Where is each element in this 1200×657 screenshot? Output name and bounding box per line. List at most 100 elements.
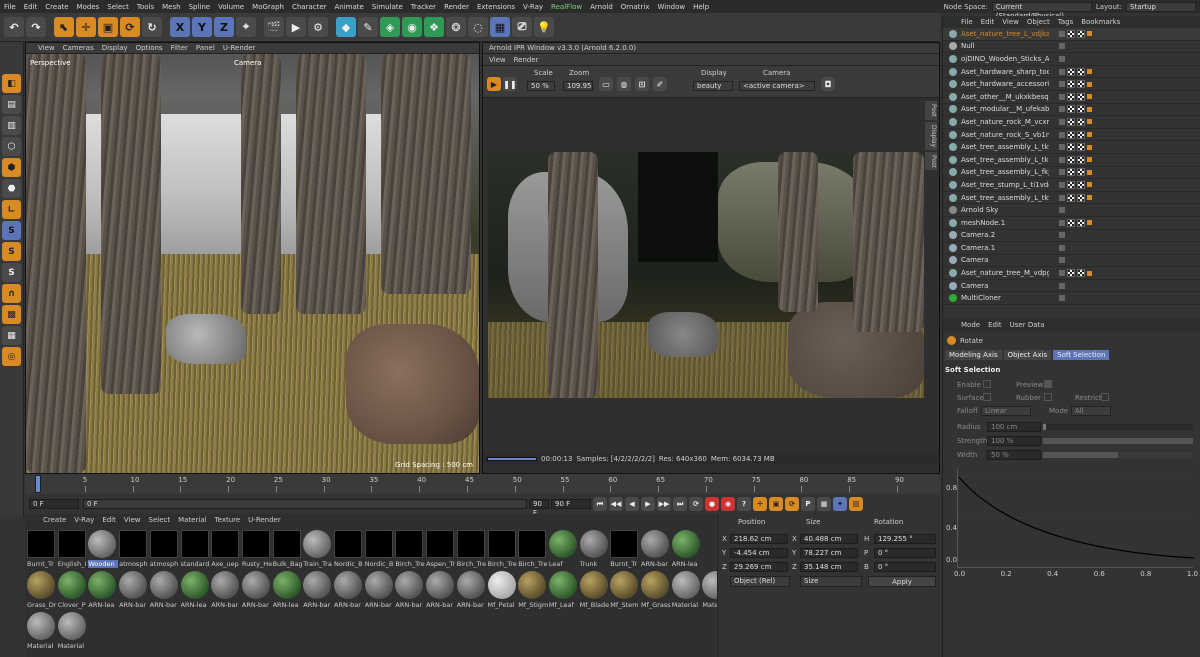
object-row[interactable]: Aset_nature_rock_M_vcxmcj	[943, 116, 1200, 129]
object-name[interactable]: Aset_tree_assembly_L_tk3tbl	[957, 156, 1049, 164]
material-swatch[interactable]	[149, 530, 178, 558]
menu-modes[interactable]: Modes	[73, 3, 104, 11]
object-row[interactable]: Camera.1	[943, 242, 1200, 255]
snapshot-icon[interactable]: ◘	[821, 77, 835, 91]
menu-arnold[interactable]: Arnold	[586, 3, 617, 11]
material-swatch[interactable]	[456, 530, 485, 558]
object-name[interactable]: Camera.2	[957, 231, 1049, 239]
material-label[interactable]: atmosph	[150, 560, 180, 568]
material-tag-icon[interactable]	[1077, 218, 1085, 227]
mat-menu-select[interactable]: Select	[149, 516, 171, 524]
material-tag-icon[interactable]	[1077, 130, 1085, 139]
material-swatch[interactable]	[119, 530, 148, 558]
menu-spline[interactable]: Spline	[185, 3, 215, 11]
rubber-checkbox[interactable]	[1044, 393, 1052, 401]
material-label[interactable]: ARN-bar	[641, 560, 671, 568]
material-label[interactable]: Leaf	[549, 560, 579, 568]
material-tag-icon[interactable]	[1067, 269, 1075, 278]
material-swatch[interactable]	[456, 571, 485, 599]
make-editable-icon[interactable]: ◧	[2, 74, 21, 93]
material-tag-icon[interactable]	[1087, 119, 1092, 125]
object-name[interactable]: meshNode.1	[957, 219, 1049, 227]
autokey-icon[interactable]: ◉	[721, 497, 735, 511]
perspective-viewport[interactable]: View Cameras Display Options Filter Panel U-Re…	[25, 42, 480, 474]
object-row[interactable]: Arnold Sky	[943, 204, 1200, 217]
width-field[interactable]: 50 %	[987, 450, 1041, 460]
previous-key-icon[interactable]: ◀◀	[609, 497, 623, 511]
z-axis-icon[interactable]: Z	[214, 17, 234, 37]
om-menu-object[interactable]: Object	[1027, 18, 1050, 26]
attr-menu-edit[interactable]: Edit	[988, 321, 1002, 329]
size-y-field[interactable]: 78.227 cm	[800, 548, 858, 558]
material-swatch[interactable]	[27, 530, 55, 558]
menu-render[interactable]: Render	[440, 3, 473, 11]
material-tag-icon[interactable]	[1077, 29, 1085, 38]
menu-animate[interactable]: Animate	[331, 3, 368, 11]
menu-edit[interactable]: Edit	[20, 3, 42, 11]
material-tag-icon[interactable]	[1067, 67, 1075, 76]
surface-checkbox[interactable]	[983, 393, 991, 401]
menu-mograph[interactable]: MoGraph	[248, 3, 288, 11]
ipr-side-tab[interactable]: Post	[925, 101, 937, 120]
key-param-icon[interactable]: P	[801, 497, 815, 511]
material-swatch[interactable]	[364, 530, 393, 558]
object-name[interactable]: Null	[957, 42, 1049, 50]
subdivision-icon[interactable]: ◈	[380, 17, 400, 37]
material-label[interactable]: Mf_Stigm	[518, 601, 548, 609]
material-tag-icon[interactable]	[1067, 180, 1075, 189]
menu-tools[interactable]: Tools	[133, 3, 158, 11]
menu-mesh[interactable]: Mesh	[158, 3, 184, 11]
material-tag-icon[interactable]	[1087, 220, 1092, 226]
material-tag-icon[interactable]	[1067, 105, 1075, 114]
object-row[interactable]: Aset_modular__M_ufekab3d	[943, 104, 1200, 117]
attr-tab-soft-selection[interactable]: Soft Selection	[1053, 350, 1110, 360]
mat-menu-texture[interactable]: Texture	[215, 516, 241, 524]
scheme-icon[interactable]: ✦	[833, 497, 847, 511]
material-tag-icon[interactable]	[1087, 94, 1092, 100]
material-swatch[interactable]	[548, 530, 577, 558]
material-label[interactable]: Rusty_He	[242, 560, 272, 568]
size-x-field[interactable]: 40.488 cm	[800, 534, 858, 544]
material-label[interactable]: Mf_Grass	[641, 601, 671, 609]
preview-checkbox[interactable]	[1044, 380, 1052, 388]
material-tag-icon[interactable]	[1067, 218, 1075, 227]
object-name[interactable]: MultiCloner	[957, 294, 1049, 302]
coordinate-system-icon[interactable]: ⌖	[236, 17, 256, 37]
material-tag-icon[interactable]	[1067, 168, 1075, 177]
enable-checkbox[interactable]	[983, 380, 991, 388]
object-name[interactable]: ojDIND_Wooden_Sticks_Anc	[957, 55, 1049, 63]
material-label[interactable]: ARN-bar	[457, 601, 487, 609]
material-swatch[interactable]	[579, 571, 608, 599]
mat-menu-vray[interactable]: V-Ray	[74, 516, 94, 524]
render-view-icon[interactable]: 🎬	[264, 17, 284, 37]
radius-field[interactable]: 100 cm	[987, 422, 1041, 432]
material-tag-icon[interactable]	[1067, 130, 1075, 139]
material-tag-icon[interactable]	[1067, 92, 1075, 101]
material-label[interactable]: ARN-lea	[273, 601, 303, 609]
material-label[interactable]: ARN-bar	[242, 601, 272, 609]
menu-simulate[interactable]: Simulate	[368, 3, 407, 11]
material-swatch[interactable]	[180, 571, 209, 599]
ipr-menu-view[interactable]: View	[489, 56, 506, 64]
mat-menu-urender[interactable]: U-Render	[248, 516, 281, 524]
material-tag-icon[interactable]	[1067, 29, 1075, 38]
material-tag-icon[interactable]	[1087, 106, 1092, 112]
end-frame-field-2[interactable]: 90 F	[551, 499, 591, 509]
object-row[interactable]: meshNode.1	[943, 217, 1200, 230]
move-icon[interactable]: ✛	[76, 17, 96, 37]
globe-icon[interactable]: ◍	[617, 77, 631, 91]
material-swatch[interactable]	[27, 612, 55, 640]
falloff-dropdown[interactable]: Linear	[981, 406, 1031, 416]
object-name[interactable]: Camera	[957, 256, 1049, 264]
edges-mode-icon[interactable]: ⬣	[2, 179, 21, 198]
object-row[interactable]: Aset_tree_assembly_L_tk3tbl	[943, 154, 1200, 167]
material-label[interactable]: ARN-bar	[211, 601, 241, 609]
material-label[interactable]: Clover_P	[58, 601, 88, 609]
position-x-field[interactable]: 218.62 cm	[730, 534, 788, 544]
object-row[interactable]: Camera	[943, 280, 1200, 293]
object-row[interactable]: Aset_tree_assembly_L_fkjpbl	[943, 167, 1200, 180]
viewport-menu-view[interactable]: View	[38, 44, 55, 52]
rotation-b-field[interactable]: 0 °	[874, 562, 936, 572]
material-label[interactable]: Mf_Blade	[580, 601, 610, 609]
mat-menu-view[interactable]: View	[124, 516, 141, 524]
